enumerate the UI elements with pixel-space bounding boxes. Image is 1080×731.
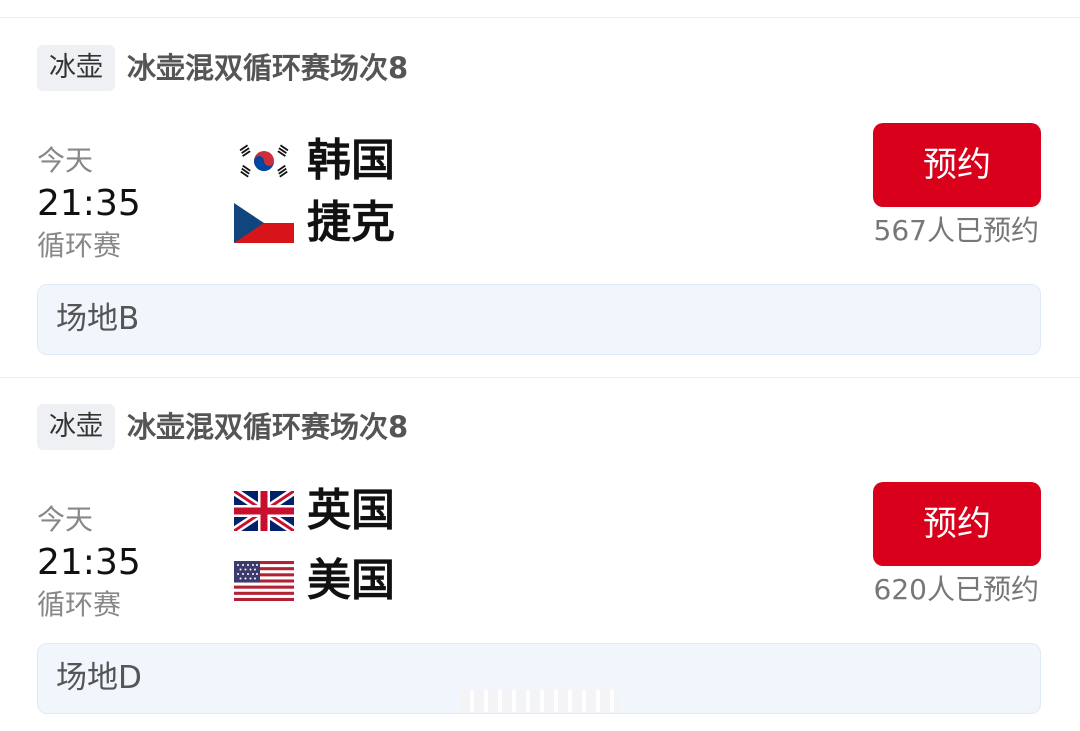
- team-name: 捷克: [307, 197, 395, 248]
- south-korea-flag-icon: [234, 141, 294, 181]
- match-time: 21:35: [37, 183, 141, 224]
- match-time: 21:35: [37, 542, 141, 583]
- team-row-home: 英国: [234, 481, 395, 541]
- team-name: 韩国: [307, 135, 395, 186]
- match-round: 循环赛: [37, 229, 122, 262]
- team-row-away: 捷克: [234, 193, 395, 253]
- team-name: 英国: [307, 485, 395, 536]
- booked-count: 620人已预约: [873, 573, 1039, 606]
- match-day: 今天: [37, 503, 94, 536]
- venue-label: 场地B: [37, 284, 1041, 355]
- czech-flag-icon: [234, 203, 294, 243]
- uk-flag-icon: [234, 491, 294, 531]
- team-row-home: 韩国: [234, 131, 395, 191]
- match-card[interactable]: 冰壶 冰壶混双循环赛场次8 今天 21:35 循环赛 韩国 捷克 预约 567人…: [0, 18, 1080, 378]
- scroll-handle[interactable]: [460, 690, 620, 712]
- match-day: 今天: [37, 144, 94, 177]
- match-title: 冰壶混双循环赛场次8: [127, 51, 409, 85]
- match-round: 循环赛: [37, 588, 122, 621]
- book-button[interactable]: 预约: [873, 123, 1041, 207]
- match-title: 冰壶混双循环赛场次8: [127, 410, 409, 444]
- usa-flag-icon: [234, 561, 294, 601]
- sport-tag: 冰壶: [37, 45, 115, 91]
- book-button[interactable]: 预约: [873, 482, 1041, 566]
- booked-count: 567人已预约: [873, 214, 1039, 247]
- sport-tag: 冰壶: [37, 404, 115, 450]
- match-card[interactable]: 冰壶 冰壶混双循环赛场次8 今天 21:35 循环赛 英国 美国 预约 620人…: [0, 377, 1080, 731]
- team-row-away: 美国: [234, 551, 395, 611]
- team-name: 美国: [307, 555, 395, 606]
